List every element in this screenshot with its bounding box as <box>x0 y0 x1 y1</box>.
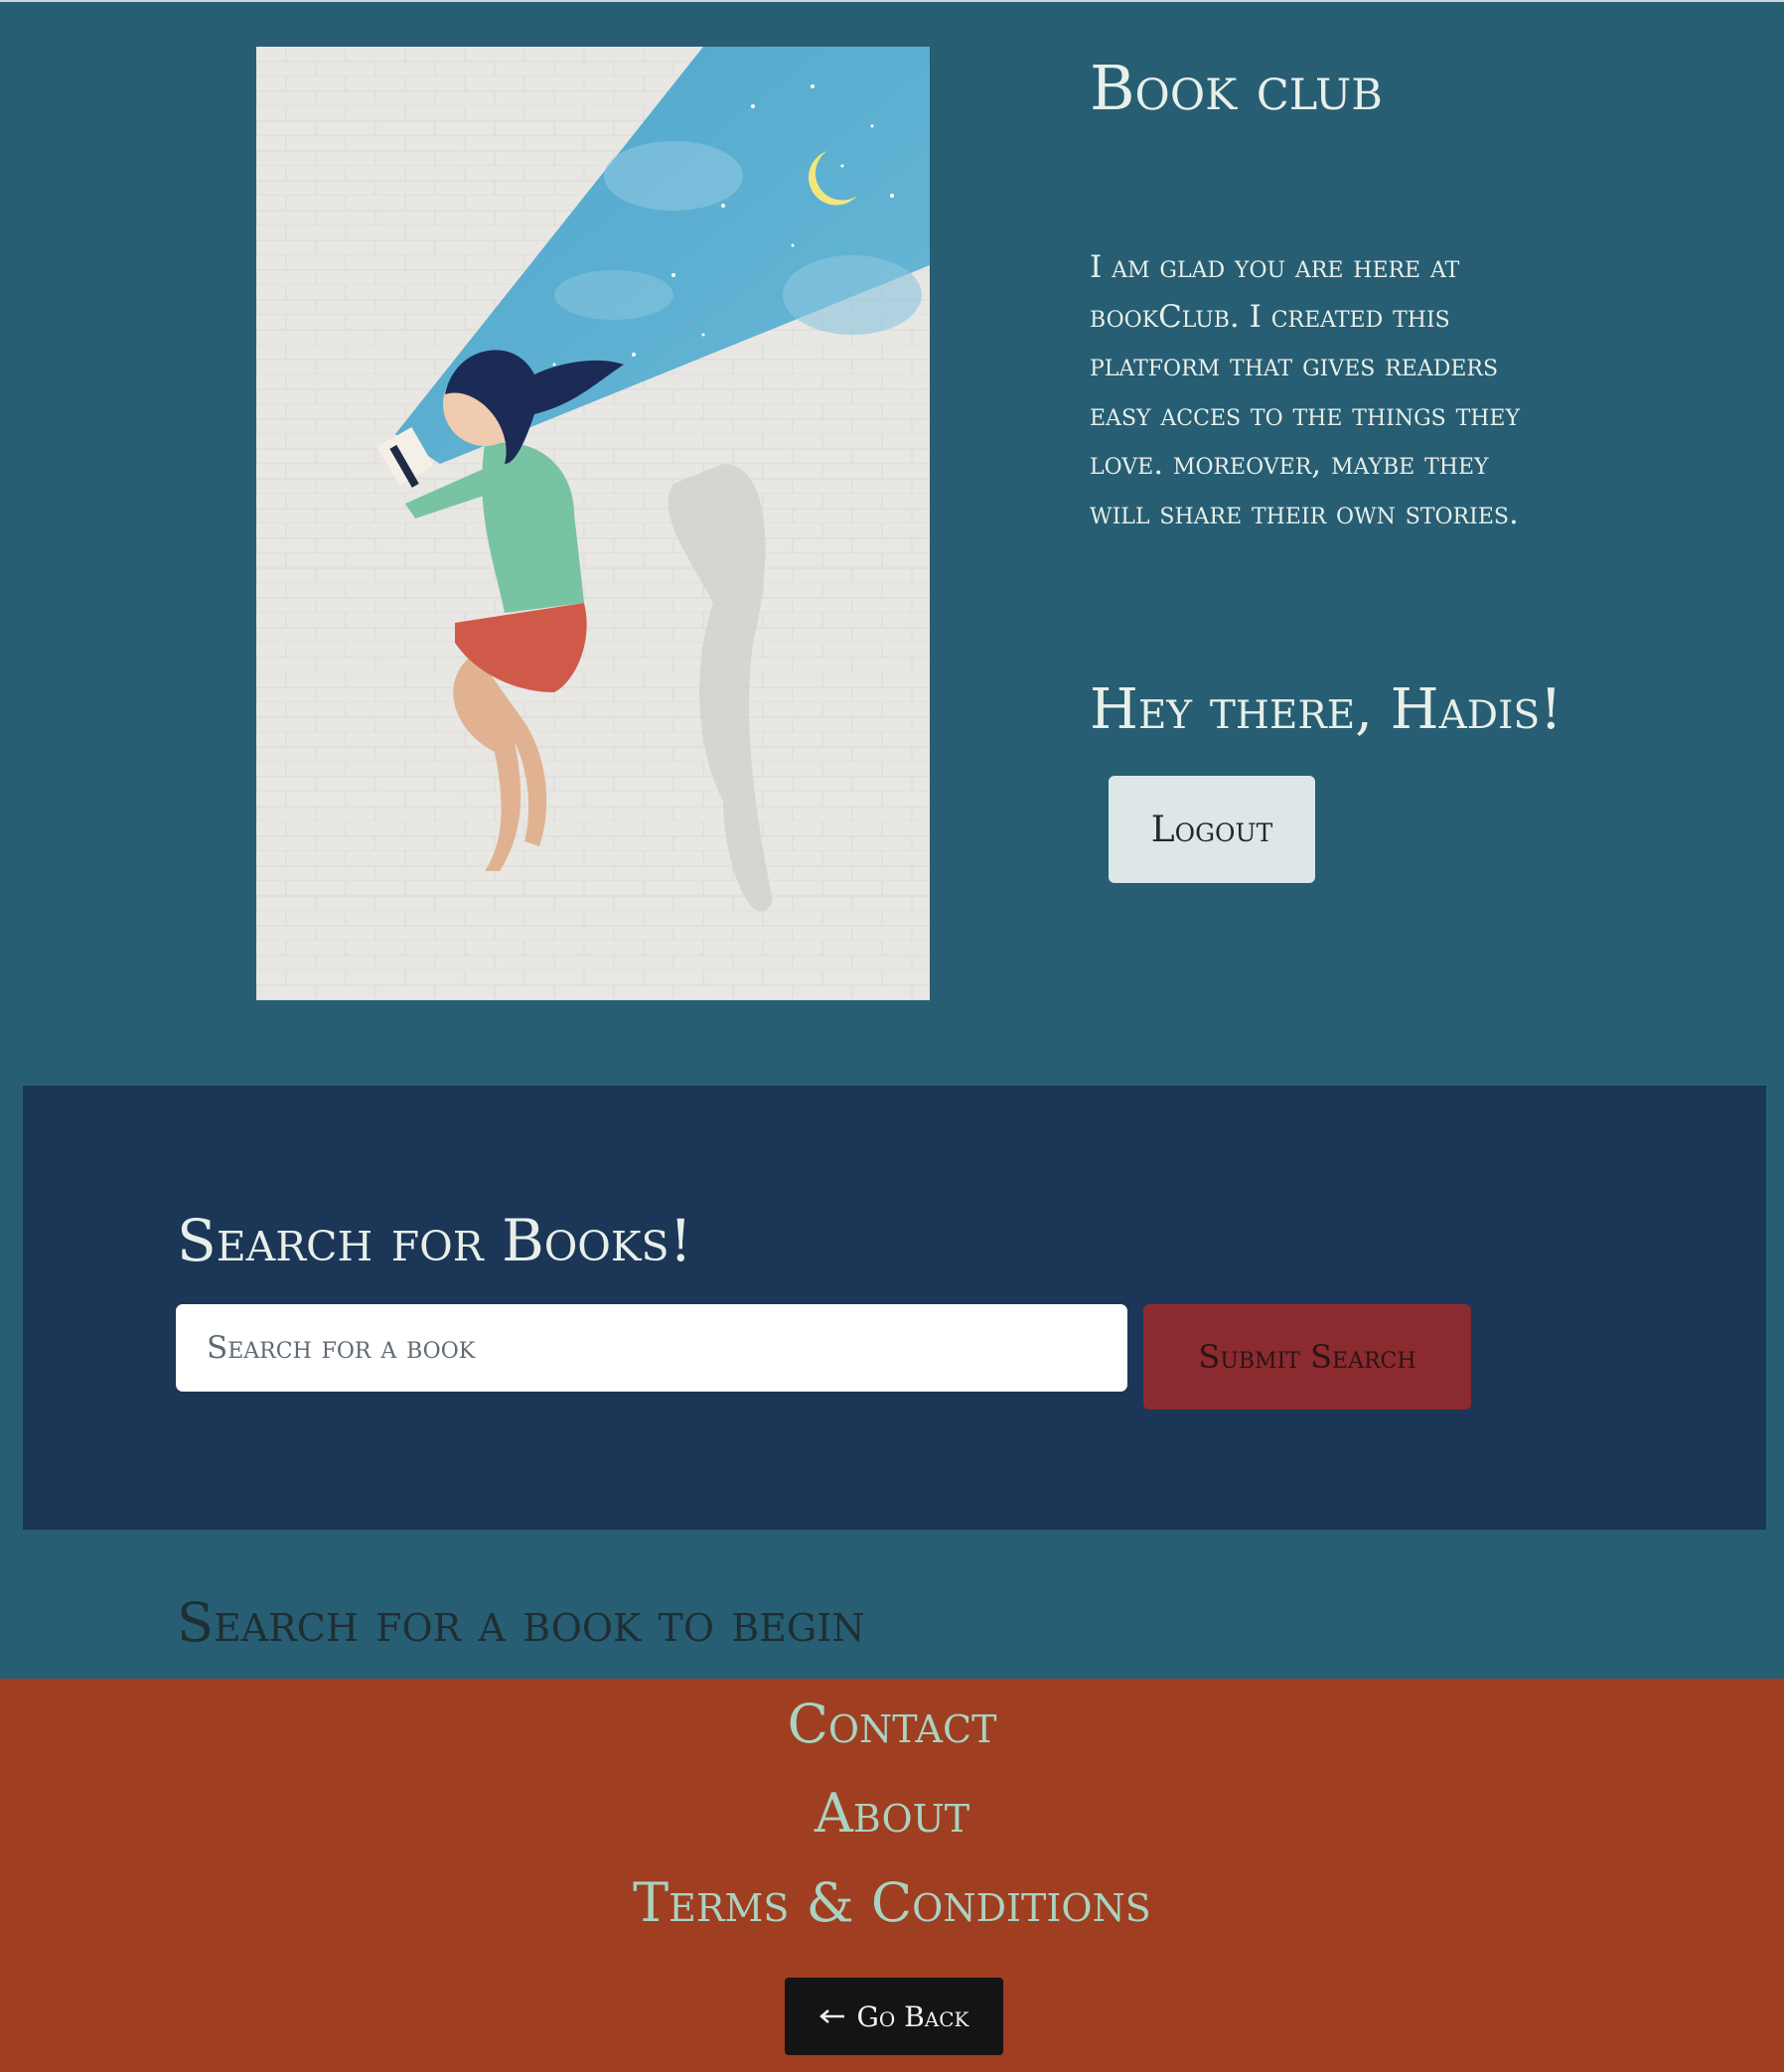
logout-button[interactable]: Logout <box>1109 776 1315 883</box>
arrow-left-icon <box>818 2009 844 2023</box>
empty-state-message: Search for a book to begin <box>177 1591 865 1654</box>
greeting: Hey there, Hadis! <box>1090 677 1562 742</box>
footer-link-about[interactable]: About <box>0 1782 1784 1845</box>
search-heading: Search for Books! <box>177 1207 692 1274</box>
go-back-button[interactable]: Go Back <box>785 1978 1003 2055</box>
search-input[interactable] <box>176 1304 1127 1392</box>
page-title: Book club <box>1090 52 1383 124</box>
go-back-label: Go Back <box>856 1999 969 2033</box>
footer-link-terms[interactable]: Terms & Conditions <box>0 1871 1784 1934</box>
intro-paragraph: I am glad you are here at bookClub. I cr… <box>1090 249 1521 531</box>
search-section: Search for Books! Submit Search <box>23 1086 1766 1530</box>
submit-search-button[interactable]: Submit Search <box>1143 1304 1471 1409</box>
top-border <box>0 0 1784 2</box>
footer: Contact About Terms & Conditions Go Back <box>0 1679 1784 2072</box>
hero-illustration <box>256 47 930 1000</box>
footer-link-contact[interactable]: Contact <box>0 1693 1784 1755</box>
girl-reading-illustration <box>256 47 930 1000</box>
